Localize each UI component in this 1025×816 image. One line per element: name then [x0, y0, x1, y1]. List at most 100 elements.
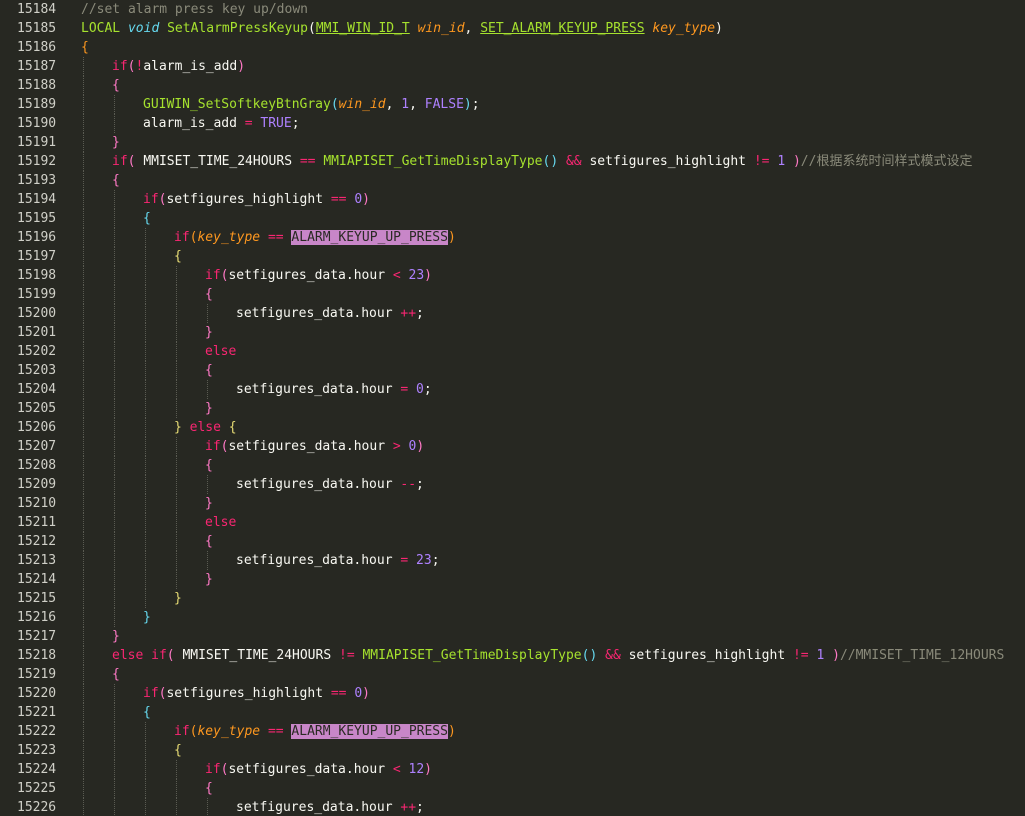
code-line[interactable]: 15201}: [0, 323, 1025, 342]
code-line[interactable]: 15203 {: [0, 361, 1025, 380]
line-number: 15185: [0, 19, 60, 38]
indent-guide: [83, 494, 84, 513]
line-code: {: [205, 361, 213, 380]
code-line[interactable]: 15191}: [0, 133, 1025, 152]
code-line[interactable]: 15195 {: [0, 209, 1025, 228]
code-token: {: [205, 287, 213, 302]
line-code: setfigures_data.hour = 0;: [236, 380, 432, 399]
indent-guide: [145, 456, 146, 475]
line-code: }: [174, 589, 182, 608]
code-line[interactable]: 15219 {: [0, 665, 1025, 684]
code-line[interactable]: 15222 if(key_type == ALARM_KEYUP_UP_PRESS…: [0, 722, 1025, 741]
indent-guide: [83, 551, 84, 570]
line-number: 15203: [0, 361, 60, 380]
indent-guide: [83, 247, 84, 266]
indent-guide: [83, 703, 84, 722]
code-line[interactable]: 15216}: [0, 608, 1025, 627]
code-line[interactable]: 15200 setfigures_data.hour ++;: [0, 304, 1025, 323]
indent-guide: [83, 323, 84, 342]
indent-guide: [145, 494, 146, 513]
code-token: 0: [416, 382, 424, 397]
code-token: setfigures_data.hour: [228, 762, 393, 777]
code-line[interactable]: 15204 setfigures_data.hour = 0;: [0, 380, 1025, 399]
code-token: =: [244, 116, 253, 131]
code-token: win_id: [417, 21, 465, 36]
code-line[interactable]: 15218 else if( MMISET_TIME_24HOURS != MMI…: [0, 646, 1025, 665]
line-code: }: [112, 627, 120, 646]
code-line[interactable]: 15194 if(setfigures_highlight == 0): [0, 190, 1025, 209]
code-token: (: [127, 154, 144, 169]
indent-guide: [176, 342, 177, 361]
code-token: {: [174, 743, 182, 758]
line-code: {: [205, 779, 213, 798]
indent-guide: [114, 722, 115, 741]
code-line[interactable]: 15196 if(key_type == ALARM_KEYUP_UP_PRESS…: [0, 228, 1025, 247]
code-token: 0: [354, 686, 363, 701]
code-token: {: [81, 40, 89, 55]
code-line[interactable]: 15224 if(setfigures_data.hour < 12): [0, 760, 1025, 779]
code-line[interactable]: 15225 {: [0, 779, 1025, 798]
code-line[interactable]: 15186 {: [0, 38, 1025, 57]
code-line[interactable]: 15192 if( MMISET_TIME_24HOURS == MMIAPISE…: [0, 152, 1025, 171]
code-token: ): [447, 724, 456, 739]
code-line[interactable]: 15214}: [0, 570, 1025, 589]
code-line[interactable]: 15208 {: [0, 456, 1025, 475]
code-token: void: [127, 21, 168, 36]
code-line[interactable]: 15226 setfigures_data.hour ++;: [0, 798, 1025, 816]
code-line[interactable]: 15209 setfigures_data.hour --;: [0, 475, 1025, 494]
code-line[interactable]: 15197 {: [0, 247, 1025, 266]
code-token: MMISET_TIME_24HOURS: [182, 648, 339, 663]
indent-guide: [114, 418, 115, 437]
indent-guide: [145, 589, 146, 608]
code-line[interactable]: 15202 else: [0, 342, 1025, 361]
code-line[interactable]: 15217}: [0, 627, 1025, 646]
code-token: if: [143, 192, 159, 207]
line-number: 15202: [0, 342, 60, 361]
code-token: }: [205, 325, 213, 340]
code-line[interactable]: 15187 if(!alarm_is_add): [0, 57, 1025, 76]
indent-guide: [114, 228, 115, 247]
code-token: ): [416, 439, 425, 454]
indent-guide: [114, 760, 115, 779]
code-line[interactable]: 15199 {: [0, 285, 1025, 304]
code-line[interactable]: 15210}: [0, 494, 1025, 513]
indent-guide: [83, 190, 84, 209]
indent-guide: [145, 532, 146, 551]
indent-guide: [83, 342, 84, 361]
indent-guide: [145, 266, 146, 285]
code-editor[interactable]: 15184 //set alarm press key up/down 15185 L…: [0, 0, 1025, 816]
indent-guide: [114, 114, 115, 133]
code-line[interactable]: 15211 else: [0, 513, 1025, 532]
code-line[interactable]: 15223 {: [0, 741, 1025, 760]
code-line[interactable]: 15188 {: [0, 76, 1025, 95]
code-token: (: [166, 648, 183, 663]
code-line[interactable]: 15190 alarm_is_add = TRUE;: [0, 114, 1025, 133]
line-number: 15208: [0, 456, 60, 475]
code-line[interactable]: 15220 if(setfigures_highlight == 0): [0, 684, 1025, 703]
code-line[interactable]: 15212 {: [0, 532, 1025, 551]
code-token: <: [392, 762, 401, 777]
code-line[interactable]: 15213 setfigures_data.hour = 23;: [0, 551, 1025, 570]
code-token: LOCAL: [81, 21, 128, 36]
indent-guide: [83, 646, 84, 665]
code-token: }: [205, 572, 213, 587]
line-number: 15215: [0, 589, 60, 608]
code-token: alarm_is_add: [143, 59, 238, 74]
indent-guide: [145, 304, 146, 323]
code-line[interactable]: 15198 if(setfigures_data.hour < 23): [0, 266, 1025, 285]
code-line[interactable]: 15206} else {: [0, 418, 1025, 437]
code-line[interactable]: 15215}: [0, 589, 1025, 608]
code-line[interactable]: 15184 //set alarm press key up/down: [0, 0, 1025, 19]
line-code: }: [205, 570, 213, 589]
indent-guide: [83, 228, 84, 247]
indent-guide: [207, 304, 208, 323]
code-line[interactable]: 15205}: [0, 399, 1025, 418]
code-line[interactable]: 15207 if(setfigures_data.hour > 0): [0, 437, 1025, 456]
code-line[interactable]: 15185 LOCAL void SetAlarmPressKeyup(MMI_W…: [0, 19, 1025, 38]
line-number: 15226: [0, 798, 60, 816]
code-line[interactable]: 15221 {: [0, 703, 1025, 722]
code-line[interactable]: 15193 {: [0, 171, 1025, 190]
code-token: ++: [400, 800, 417, 815]
indent-guide: [83, 399, 84, 418]
code-line[interactable]: 15189 GUIWIN_SetSoftkeyBtnGray(win_id, 1,…: [0, 95, 1025, 114]
